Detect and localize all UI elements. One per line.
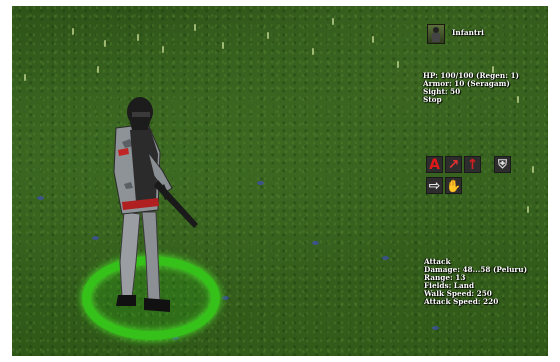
hand-icon: ✋ <box>446 178 461 193</box>
patrol-arrow-icon: ⇨ <box>428 177 441 194</box>
grass-blade <box>532 166 534 173</box>
unit-name: Infantri <box>452 28 484 37</box>
move-arrow-icon: ↗ <box>447 156 460 173</box>
grass-blade <box>332 18 334 25</box>
flower-patch <box>222 296 229 300</box>
soldier-portrait-icon[interactable] <box>427 24 445 44</box>
grass-blade <box>104 40 106 47</box>
flower-patch <box>257 181 264 185</box>
flower-patch <box>92 236 99 240</box>
flower-patch <box>312 241 319 245</box>
grass-blade <box>527 206 529 213</box>
grass-blade <box>72 28 74 35</box>
status-stat: Stop <box>423 95 442 105</box>
grass-blade <box>24 74 26 81</box>
defend-command-button[interactable]: ⛨ <box>494 156 511 173</box>
game-viewport[interactable]: Infantri HP: 100/100 (Regen: 1) Armor: 1… <box>12 6 548 356</box>
grass-blade <box>397 61 399 68</box>
grass-blade <box>97 66 99 73</box>
patrol-command-button[interactable]: ⇨ <box>426 177 443 194</box>
hold-command-button[interactable]: ✋ <box>445 177 462 194</box>
move-command-button[interactable]: ↗ <box>445 156 462 173</box>
grass-blade <box>194 24 196 31</box>
grass-blade <box>372 36 374 43</box>
grass-blade <box>162 46 164 53</box>
stop-command-button[interactable]: ↑ <box>464 156 481 173</box>
grass-blade <box>312 48 314 55</box>
unit-stats-panel: HP: 100/100 (Regen: 1) Armor: 10 (Seraga… <box>423 71 519 105</box>
stop-icon: ↑ <box>466 156 479 173</box>
attack-command-button[interactable]: A <box>426 156 443 173</box>
flower-patch <box>382 256 389 260</box>
shield-icon: ⛨ <box>497 157 507 171</box>
grass-blade <box>222 42 224 49</box>
attack-A-icon: A <box>429 156 440 173</box>
grass-blade <box>137 34 139 41</box>
grass-blade <box>267 32 269 39</box>
infantry-soldier-unit[interactable] <box>102 92 212 322</box>
attack-speed-stat: Attack Speed: 220 <box>424 297 499 307</box>
flower-patch <box>37 196 44 200</box>
flower-patch <box>432 326 439 330</box>
attack-info-panel: Attack Damage: 48...58 (Peluru) Range: 1… <box>424 257 527 307</box>
